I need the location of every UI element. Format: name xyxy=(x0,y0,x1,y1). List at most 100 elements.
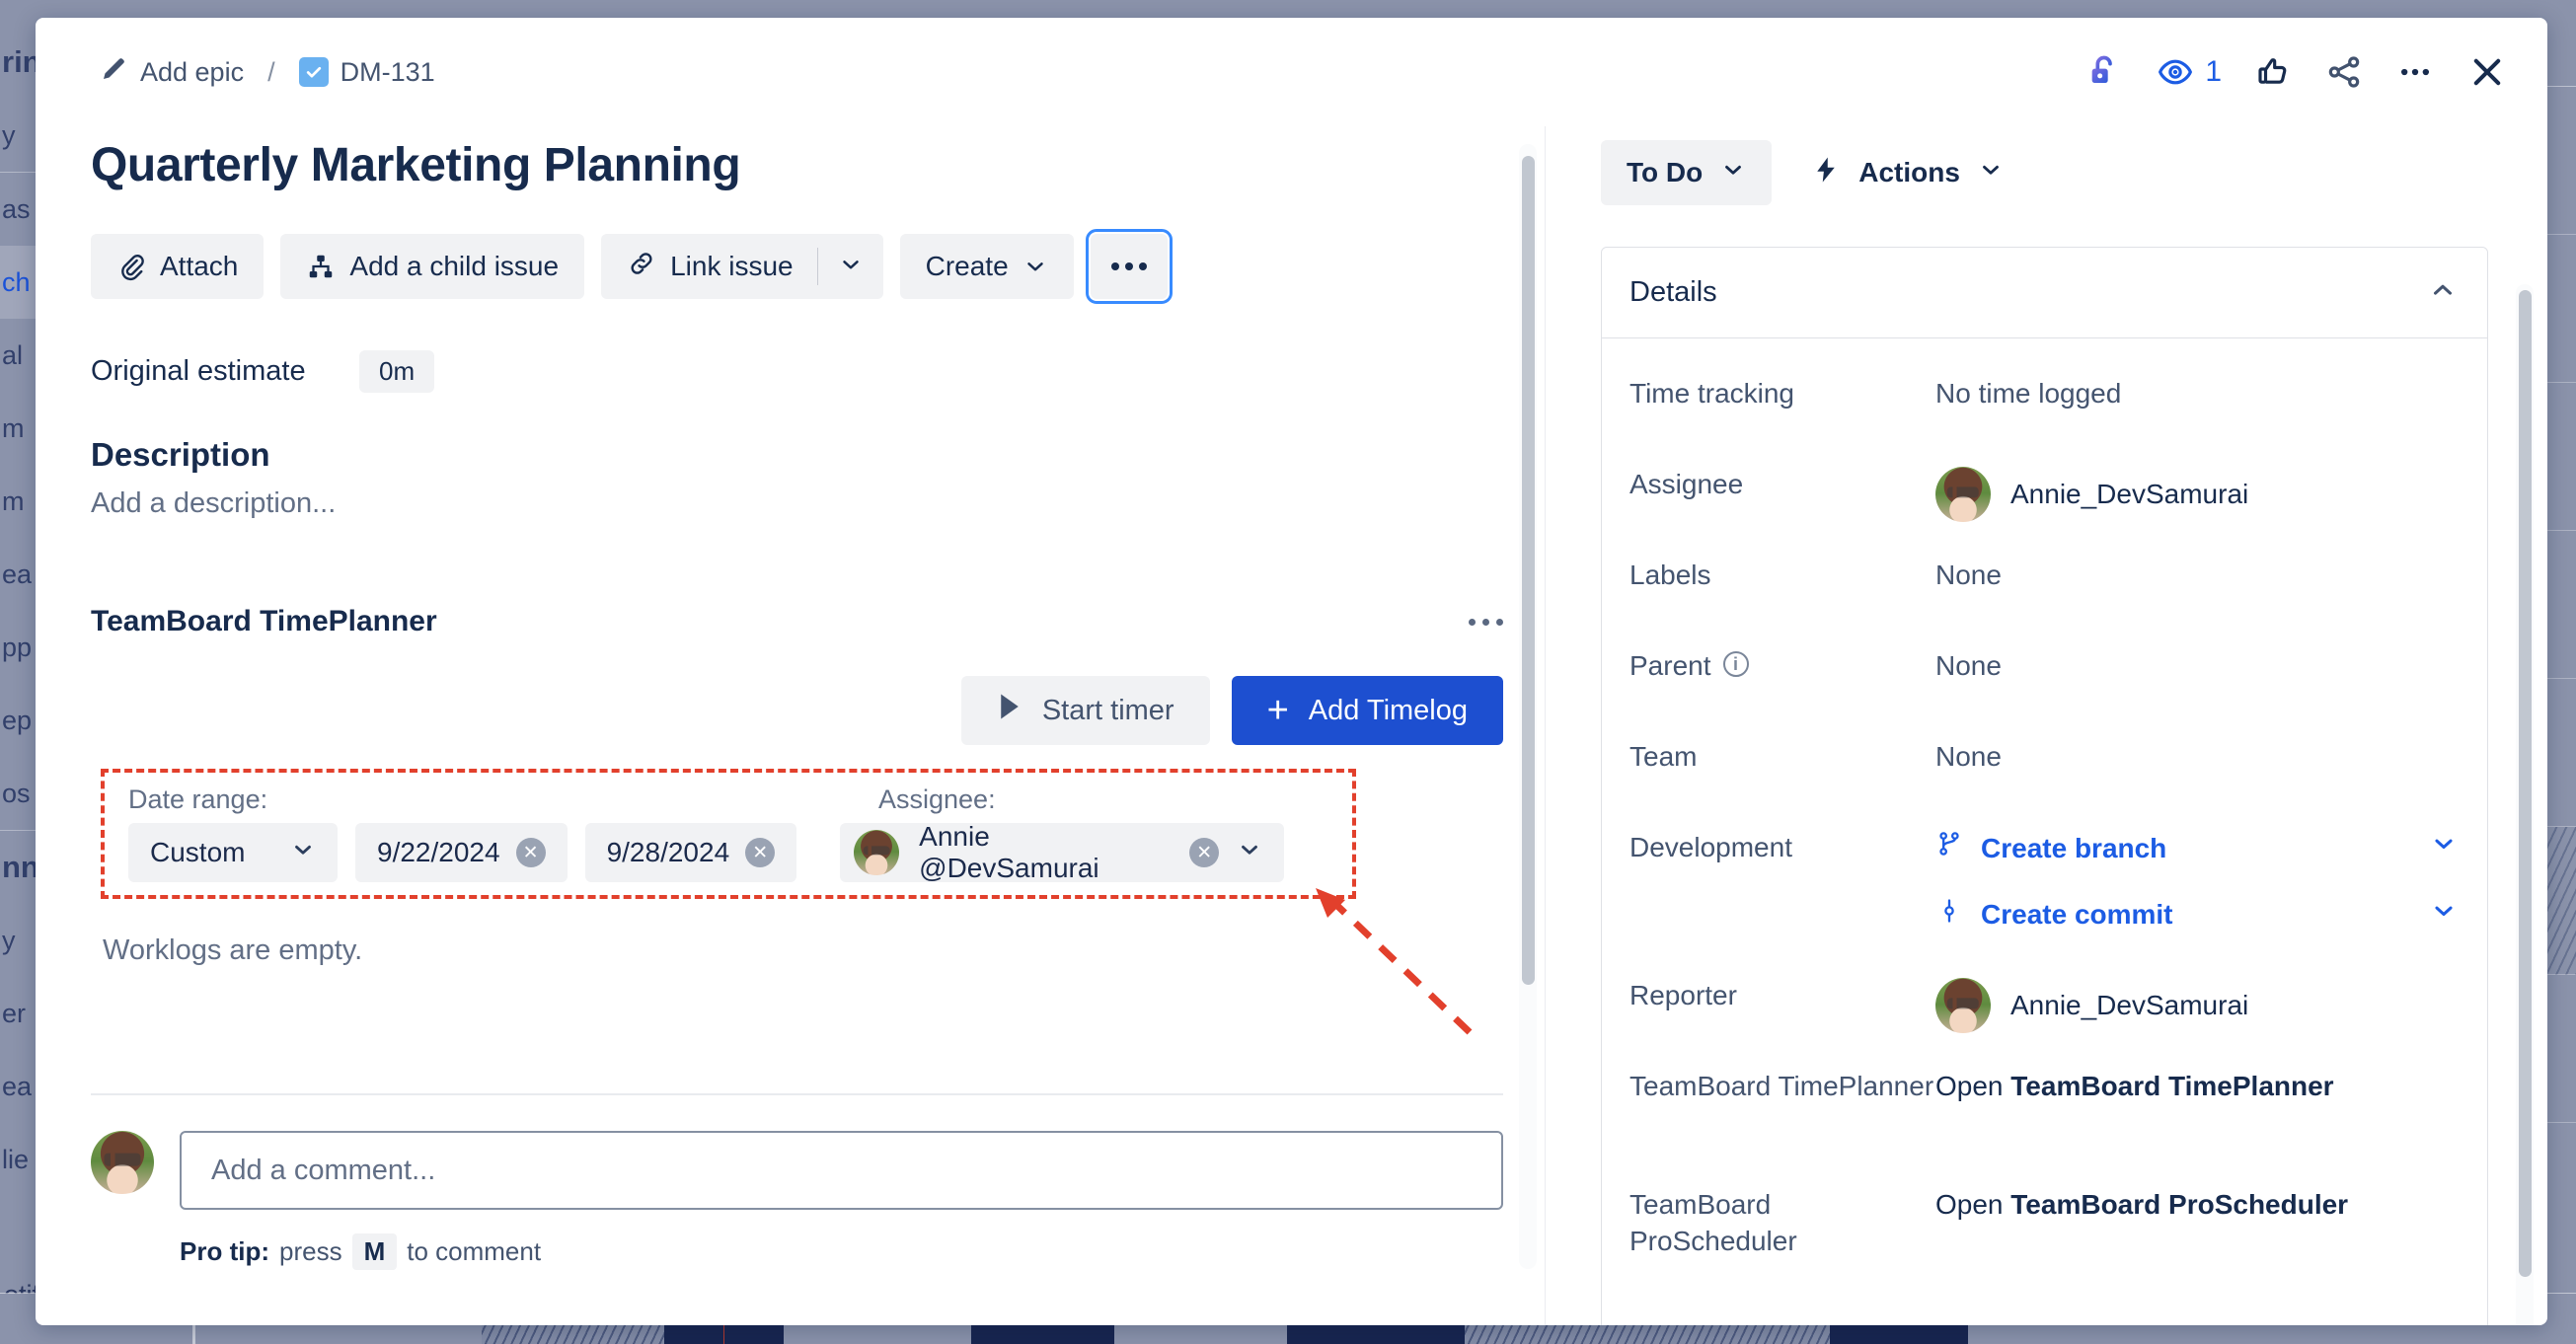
watch-eye-icon[interactable]: 1 xyxy=(2156,52,2222,92)
clear-assignee-icon[interactable]: ✕ xyxy=(1189,838,1219,867)
link-issue-button[interactable]: Link issue xyxy=(601,234,817,299)
timeplanner-title: TeamBoard TimePlanner xyxy=(91,605,437,638)
actions-label: Actions xyxy=(1858,157,1960,188)
issue-main-column: Quarterly Marketing Planning Attach xyxy=(36,126,1546,1325)
details-scrollbar[interactable] xyxy=(2516,284,2534,1325)
link-issue-label: Link issue xyxy=(670,251,794,282)
description-placeholder[interactable]: Add a description... xyxy=(91,487,1545,520)
lock-unlocked-icon[interactable] xyxy=(2084,52,2124,92)
detail-row-labels: Labels None xyxy=(1629,550,2458,640)
original-estimate-row: Original estimate 0m xyxy=(91,350,1545,393)
chevron-down-icon xyxy=(1023,254,1048,279)
chevron-down-icon[interactable] xyxy=(2430,830,2458,867)
date-to-field[interactable]: 9/28/2024 ✕ xyxy=(585,823,797,882)
link-issue-dropdown-button[interactable] xyxy=(818,234,883,299)
protip-mid: press xyxy=(279,1236,342,1267)
chevron-down-icon xyxy=(1237,837,1262,869)
detail-value[interactable]: Annie_DevSamurai xyxy=(1935,459,2458,522)
watch-count: 1 xyxy=(2205,55,2222,89)
add-timelog-label: Add Timelog xyxy=(1309,695,1468,727)
issue-detail-modal: Add epic / DM-131 xyxy=(36,18,2547,1325)
play-icon xyxy=(997,692,1023,729)
modal-header-actions: 1 xyxy=(2084,51,2508,93)
issue-action-toolbar: Attach Add a child issue xyxy=(91,234,1545,299)
create-branch-link[interactable]: Create branch xyxy=(1935,830,2458,867)
details-heading: Details xyxy=(1629,276,1717,309)
create-branch-label: Create branch xyxy=(1981,831,2166,867)
detail-value: Create branch xyxy=(1935,822,2458,934)
detail-label: Team xyxy=(1629,731,1935,776)
chevron-down-icon xyxy=(290,837,316,869)
modal-body: Quarterly Marketing Planning Attach xyxy=(36,126,2547,1325)
main-scrollbar[interactable] xyxy=(1519,144,1537,1269)
detail-label: TeamBoard TimePlanner xyxy=(1629,1061,1935,1105)
detail-value[interactable]: Annie_DevSamurai xyxy=(1935,970,2458,1033)
details-scrollbar-thumb[interactable] xyxy=(2519,290,2532,1277)
detail-label: Parent i xyxy=(1629,640,1935,685)
close-icon[interactable] xyxy=(2466,51,2508,93)
comment-input[interactable]: Add a comment... xyxy=(180,1131,1503,1210)
detail-value[interactable]: No time logged xyxy=(1935,368,2458,412)
add-child-issue-button[interactable]: Add a child issue xyxy=(280,234,584,299)
date-from-value: 9/22/2024 xyxy=(377,837,500,868)
description-heading: Description xyxy=(91,436,1545,474)
detail-value[interactable]: None xyxy=(1935,640,2458,685)
avatar xyxy=(1935,467,1991,522)
plus-icon: + xyxy=(1267,692,1289,729)
date-to-value: 9/28/2024 xyxy=(607,837,730,868)
detail-label: Time tracking xyxy=(1629,368,1935,412)
detail-row-assignee: Assignee Annie_DevSamurai xyxy=(1629,459,2458,550)
open-proscheduler-link[interactable]: Open TeamBoard ProScheduler xyxy=(1935,1189,2348,1220)
info-icon[interactable]: i xyxy=(1723,651,1749,677)
breadcrumb-add-epic[interactable]: Add epic xyxy=(91,48,252,97)
reporter-name: Annie_DevSamurai xyxy=(2010,988,2248,1024)
actions-button[interactable]: Actions xyxy=(1801,140,2013,205)
detail-value[interactable]: Open TeamBoard ProScheduler xyxy=(1935,1179,2458,1224)
issue-more-actions-button[interactable] xyxy=(1091,234,1168,299)
open-timeplanner-label: TeamBoard TimePlanner xyxy=(2010,1071,2333,1101)
section-divider xyxy=(91,1093,1503,1095)
breadcrumb-separator: / xyxy=(267,57,275,88)
breadcrumb: Add epic / DM-131 xyxy=(91,48,443,97)
issue-details-column: To Do Actions Details xyxy=(1546,126,2547,1325)
worklogs-empty-message: Worklogs are empty. xyxy=(103,934,1545,967)
status-label: To Do xyxy=(1627,157,1703,188)
breadcrumb-add-epic-label: Add epic xyxy=(140,57,244,88)
assignee-filter-select[interactable]: Annie @DevSamurai ✕ xyxy=(840,823,1284,882)
status-badge[interactable]: To Do xyxy=(1601,140,1772,205)
start-timer-label: Start timer xyxy=(1042,695,1174,727)
clear-date-to-icon[interactable]: ✕ xyxy=(745,838,775,867)
share-icon[interactable] xyxy=(2324,52,2364,92)
create-button[interactable]: Create xyxy=(900,234,1074,299)
chevron-down-icon xyxy=(1720,157,1746,189)
detail-row-teamboard-proscheduler: TeamBoard ProScheduler Open TeamBoard Pr… xyxy=(1629,1179,2458,1298)
detail-value[interactable]: None xyxy=(1935,731,2458,776)
main-scrollbar-thumb[interactable] xyxy=(1522,156,1535,985)
date-range-preset-select[interactable]: Custom xyxy=(128,823,338,882)
start-timer-button[interactable]: Start timer xyxy=(961,676,1210,745)
date-from-field[interactable]: 9/22/2024 ✕ xyxy=(355,823,568,882)
issue-status-row: To Do Actions xyxy=(1601,140,2488,205)
clear-date-from-icon[interactable]: ✕ xyxy=(516,838,546,867)
add-comment-row: Add a comment... xyxy=(91,1131,1545,1210)
chevron-down-icon[interactable] xyxy=(2430,897,2458,934)
breadcrumb-issue-key[interactable]: DM-131 xyxy=(291,51,443,94)
add-timelog-button[interactable]: + Add Timelog xyxy=(1232,676,1503,745)
timeplanner-section-header: TeamBoard TimePlanner xyxy=(91,605,1545,638)
timeplanner-more-icon[interactable] xyxy=(1469,619,1503,626)
detail-value[interactable]: Open TeamBoard TimePlanner xyxy=(1935,1061,2458,1105)
pencil-icon xyxy=(99,54,128,91)
open-timeplanner-link[interactable]: Open TeamBoard TimePlanner xyxy=(1935,1071,2334,1101)
original-estimate-value[interactable]: 0m xyxy=(359,350,434,393)
attach-label: Attach xyxy=(160,251,238,282)
detail-row-parent: Parent i None xyxy=(1629,640,2458,731)
detail-row-development: Development xyxy=(1629,822,2458,970)
detail-value[interactable]: None xyxy=(1935,550,2458,594)
more-options-icon[interactable] xyxy=(2395,52,2435,92)
branch-icon xyxy=(1935,830,1963,867)
details-panel-header[interactable]: Details xyxy=(1602,248,2487,338)
create-commit-link[interactable]: Create commit xyxy=(1935,897,2458,934)
create-label: Create xyxy=(926,251,1009,282)
attach-button[interactable]: Attach xyxy=(91,234,264,299)
thumbs-up-icon[interactable] xyxy=(2253,52,2293,92)
